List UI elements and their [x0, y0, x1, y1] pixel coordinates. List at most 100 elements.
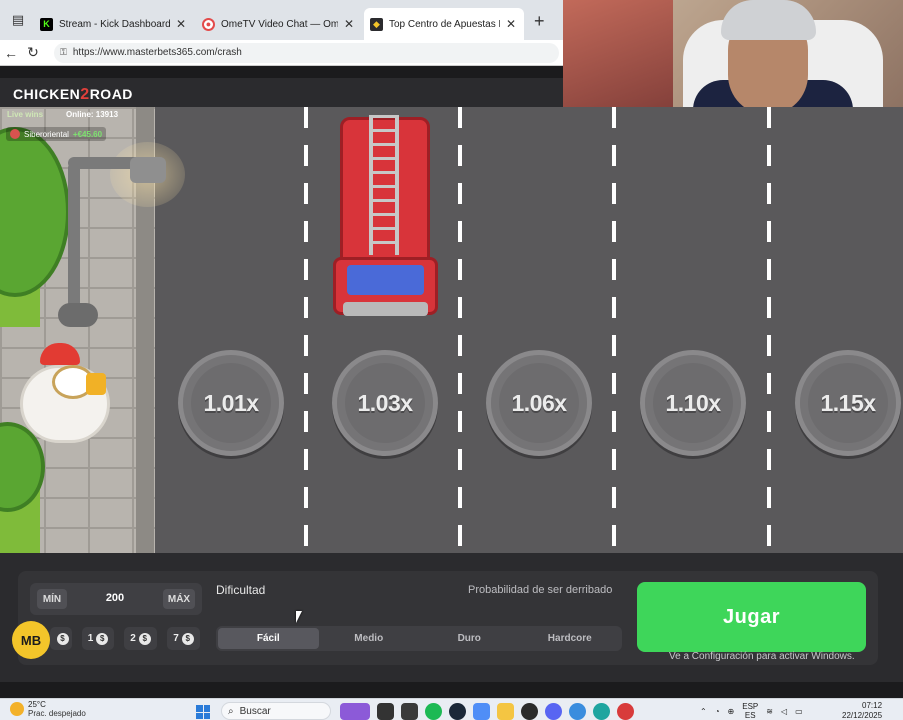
street-lamp-base: [58, 303, 98, 327]
play-button[interactable]: Jugar: [637, 582, 866, 652]
dollar-coin-icon: $: [56, 632, 69, 645]
min-bet-button[interactable]: MÍN: [37, 589, 67, 609]
sun-icon: [10, 702, 24, 716]
tab-masterbets[interactable]: ◆ Top Centro de Apuestas Deportivas ✕: [364, 8, 524, 40]
language-indicator[interactable]: ESP ES: [742, 702, 758, 720]
difficulty-easy[interactable]: Fácil: [218, 628, 319, 649]
difficulty-medium[interactable]: Medio: [319, 628, 420, 649]
time: 07:12: [862, 701, 883, 710]
obs-icon[interactable]: [521, 703, 538, 720]
browser-icon[interactable]: [569, 703, 586, 720]
quick-bet-button[interactable]: $: [50, 627, 72, 650]
lane-divider: [767, 107, 771, 553]
game-field: 1.01x 1.03x 1.06x 1.10x 1.15x: [0, 107, 903, 553]
street-lamp-pole: [68, 162, 80, 322]
lane-divider: [458, 107, 462, 553]
game-logo: CHICKEN2ROAD: [13, 86, 133, 103]
quick-bet-button[interactable]: 2 $: [124, 627, 157, 650]
live-wins-label: Live wins: [7, 110, 44, 119]
temperature: 25°C: [28, 700, 46, 709]
bet-amount-input[interactable]: 200: [98, 592, 132, 604]
close-tab-icon[interactable]: ✕: [342, 17, 356, 31]
url-text: https://www.masterbets365.com/crash: [72, 47, 242, 58]
wifi-icon[interactable]: ≋: [766, 707, 773, 716]
browser-tab-bar: ▤ K Stream - Kick Dashboard ✕ ● OmeTV Vi…: [0, 0, 563, 40]
chicken-beak: [86, 373, 106, 395]
spotify-icon[interactable]: [425, 703, 442, 720]
dollar-coin-icon: $: [181, 632, 194, 645]
back-arrow-icon[interactable]: ←: [0, 45, 22, 61]
difficulty-label: Dificultad: [216, 583, 266, 597]
quick-bet-button[interactable]: 7 $: [167, 627, 200, 650]
quick-bet-button[interactable]: 1 $: [82, 627, 114, 650]
screen: { "browser": { "tabs": [ {"title": "Stre…: [0, 0, 903, 720]
date: 22/12/2025: [842, 711, 883, 720]
fire-truck: [333, 115, 438, 317]
weather-description: Prac. despejado: [28, 709, 86, 718]
truck-windshield: [347, 265, 424, 295]
brand-badge[interactable]: MB: [12, 621, 50, 659]
battery-icon[interactable]: ▭: [795, 707, 803, 716]
discord-icon[interactable]: [545, 703, 562, 720]
network-icon[interactable]: ◔: [715, 707, 720, 716]
difficulty-selector: Fácil Medio Duro Hardcore: [216, 626, 622, 651]
ometv-favicon-icon: ●: [202, 17, 215, 31]
microphone-icon[interactable]: ⊕: [728, 707, 735, 716]
volume-icon[interactable]: ◁: [781, 707, 787, 716]
difficulty-hardcore[interactable]: Hardcore: [520, 628, 621, 649]
sidebar-toggle-icon[interactable]: ▤: [6, 8, 30, 32]
task-view-icon[interactable]: [377, 703, 394, 720]
shield-favicon-icon: ◆: [370, 17, 383, 31]
widget-app-icon[interactable]: [340, 703, 370, 720]
multiplier-manhole-3[interactable]: 1.06x: [486, 350, 592, 456]
live-win-entry: Siberoriental +€45.60: [6, 127, 107, 141]
max-bet-button[interactable]: MÁX: [163, 589, 195, 609]
clock[interactable]: 07:12 22/12/2025: [842, 701, 882, 720]
multiplier-manhole-2[interactable]: 1.03x: [332, 350, 438, 456]
online-count: Online: 13913: [66, 110, 119, 119]
truck-bumper: [343, 302, 428, 316]
close-tab-icon[interactable]: ✕: [174, 17, 188, 31]
file-explorer-icon[interactable]: [401, 703, 418, 720]
copilot-icon[interactable]: [473, 703, 490, 720]
lane-divider: [304, 107, 308, 553]
taskbar-search[interactable]: ⌕ Buscar: [221, 702, 331, 720]
tab-title: Top Centro de Apuestas Deportivas: [389, 18, 500, 30]
street-lamp-head: [130, 157, 166, 183]
chevron-up-icon[interactable]: ⌃: [700, 707, 707, 716]
chicken-player: [18, 343, 116, 448]
tab-ometv[interactable]: ● OmeTV Video Chat — Omegle ✕: [196, 8, 362, 40]
search-placeholder: Buscar: [239, 705, 271, 717]
kick-favicon-icon: K: [40, 17, 53, 31]
multiplier-manhole-1[interactable]: 1.01x: [178, 350, 284, 456]
chicken-comb: [40, 343, 80, 365]
edge-icon[interactable]: [593, 703, 610, 720]
lane-divider: [612, 107, 616, 553]
windows-start-icon[interactable]: [196, 705, 210, 719]
new-tab-button[interactable]: +: [534, 11, 545, 32]
search-icon: ⌕: [228, 705, 234, 717]
steam-icon[interactable]: [449, 703, 466, 720]
recording-app-icon[interactable]: [617, 703, 634, 720]
taskbar-apps: [340, 703, 634, 720]
tab-title: OmeTV Video Chat — Omegle: [221, 18, 338, 30]
probability-label: Probabilidad de ser derribado: [468, 584, 613, 596]
multiplier-manhole-5[interactable]: 1.15x: [795, 350, 901, 456]
tab-kick-dashboard[interactable]: K Stream - Kick Dashboard ✕: [34, 8, 194, 40]
folder-icon[interactable]: [497, 703, 514, 720]
truck-ladder: [369, 115, 399, 255]
url-field[interactable]: ⚿ https://www.masterbets365.com/crash: [54, 42, 559, 63]
streamer-hair: [721, 0, 816, 40]
tab-title: Stream - Kick Dashboard: [59, 18, 170, 30]
weather-widget[interactable]: 25°C Prac. despejado: [10, 700, 86, 718]
system-tray: ⌃ ◔ ⊕ ESP ES ≋ ◁ ▭: [700, 702, 803, 720]
close-tab-icon[interactable]: ✕: [504, 17, 518, 31]
reload-icon[interactable]: ↻: [22, 44, 44, 61]
site-info-icon[interactable]: ⚿: [60, 47, 67, 58]
winner-name: Siberoriental: [24, 129, 69, 139]
difficulty-hard[interactable]: Duro: [419, 628, 520, 649]
avatar: [10, 129, 20, 139]
activate-windows-watermark: Ve a Configuración para activar Windows.: [669, 651, 855, 662]
address-bar: ← ↻ ⚿ https://www.masterbets365.com/cras…: [0, 40, 563, 66]
multiplier-manhole-4[interactable]: 1.10x: [640, 350, 746, 456]
